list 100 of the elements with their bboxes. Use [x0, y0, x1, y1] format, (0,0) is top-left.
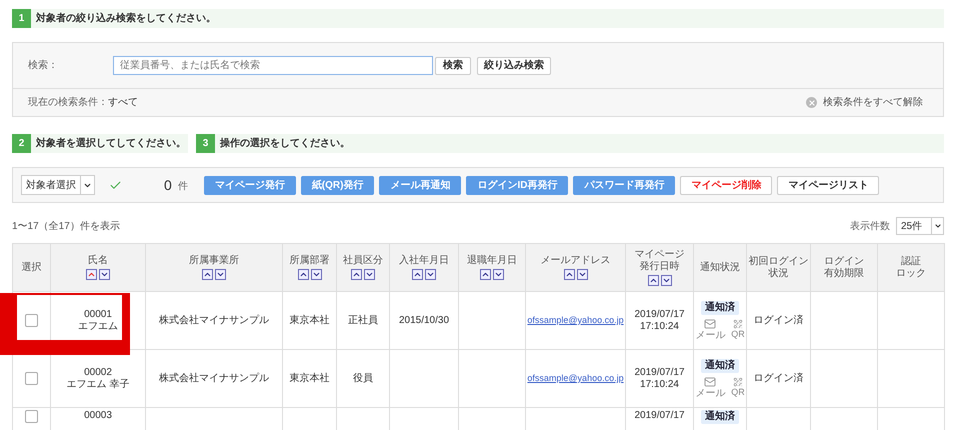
chevron-up-icon: [481, 270, 490, 279]
clear-icon: [806, 97, 817, 108]
condition-value: すべて: [108, 96, 138, 110]
qr-label: QR: [731, 328, 745, 340]
office-cell-text: 株式会社マイナサンプル: [159, 314, 269, 328]
step-title: 操作の選択をしてください。: [220, 136, 350, 151]
department-cell-text: 東京本社: [290, 372, 330, 386]
column-header: メールアドレス: [526, 244, 626, 291]
column-header: 認証 ロック: [878, 244, 945, 291]
issued-datetime: 17:10:24: [640, 320, 679, 332]
chevron-up-icon: [298, 270, 308, 279]
clear-conditions-link[interactable]: 検索条件をすべて解除: [806, 95, 923, 110]
email-link[interactable]: ofssample@yahoo.co.jp: [527, 314, 624, 328]
sort-up-button[interactable]: [202, 269, 213, 280]
action-button[interactable]: マイページ削除: [680, 176, 772, 194]
notified-badge: 通知済: [701, 410, 739, 424]
sort-up-button[interactable]: [564, 269, 574, 280]
caret-icon: [934, 222, 942, 230]
step-number: 3: [196, 134, 215, 153]
filter-search-button[interactable]: 絞り込み検索: [477, 56, 551, 74]
sort-down-button[interactable]: [310, 269, 322, 280]
row-checkbox[interactable]: [25, 372, 38, 385]
column-header: 所属事業所: [146, 244, 283, 291]
chevron-down-icon: [100, 270, 109, 279]
result-summary: 1〜17（全17）件を表示: [12, 220, 120, 234]
notified-badge: 通知済: [701, 300, 739, 314]
condition-label: 現在の検索条件：: [28, 96, 108, 110]
column-header: 退職年月日: [459, 244, 526, 291]
employee-id: 00001: [84, 308, 112, 320]
chevron-up-icon: [413, 270, 422, 279]
step-title: 対象者を選択してしてください。: [36, 136, 186, 151]
page-size-select[interactable]: 25件: [896, 217, 944, 235]
column-header: マイページ 発行日時: [626, 244, 694, 291]
sort-up-button[interactable]: [412, 269, 423, 280]
chevron-down-icon: [365, 270, 374, 279]
search-label: 検索：: [28, 58, 59, 73]
action-button[interactable]: ログインID再発行: [466, 176, 568, 194]
mail-icon: [704, 318, 716, 330]
qr-code-icon: [733, 318, 743, 328]
chevron-down-icon: [426, 270, 435, 279]
mail-label: メール: [695, 330, 726, 340]
chevron-up-icon: [352, 270, 361, 279]
sort-up-button[interactable]: [648, 275, 658, 286]
sort-up-button[interactable]: [351, 269, 362, 280]
action-button[interactable]: マイページリスト: [777, 176, 880, 194]
sort-up-button[interactable]: [86, 269, 97, 280]
chevron-down-icon: [216, 270, 225, 279]
count-unit: 件: [178, 180, 188, 194]
action-button[interactable]: マイページ発行: [204, 176, 296, 194]
sort-up-button[interactable]: [480, 269, 491, 280]
employee-name: エフエム: [78, 320, 118, 332]
employee-name: エフエム 幸子: [66, 378, 130, 390]
step-number: 2: [12, 134, 31, 153]
issued-datetime: 17:10:24: [640, 378, 679, 390]
department-cell-text: 東京本社: [290, 314, 330, 328]
sort-down-button[interactable]: [364, 269, 375, 280]
sort-down-button[interactable]: [99, 269, 110, 280]
search-button[interactable]: 検索: [435, 56, 471, 74]
notified-badge: 通知済: [701, 358, 739, 372]
search-field[interactable]: 従業員番号、または氏名で検索: [113, 56, 433, 75]
step-title: 対象者の絞り込み検索をしてください。: [36, 11, 216, 26]
action-button[interactable]: メール再通知: [379, 176, 462, 194]
column-header: 初回ログイン 状況: [747, 244, 811, 291]
email-link[interactable]: ofssample@yahoo.co.jp: [527, 372, 624, 386]
selected-count: 0: [164, 176, 172, 194]
hire-date-cell-text: 2015/10/30: [398, 314, 450, 328]
sort-down-button[interactable]: [576, 269, 588, 280]
column-header: 通知状況: [694, 244, 747, 291]
qr-label: QR: [731, 386, 745, 398]
chevron-up-icon: [648, 276, 658, 285]
check-icon: [109, 178, 122, 192]
employee-type-cell-text: 正社員: [348, 314, 378, 328]
sort-down-button[interactable]: [493, 269, 504, 280]
column-header: ログイン 有効期限: [811, 244, 878, 291]
target-select[interactable]: 対象者選択: [21, 175, 95, 195]
column-header: 所属部署: [283, 244, 337, 291]
column-header: 選択: [13, 244, 51, 291]
step-number: 1: [12, 9, 31, 28]
column-header: 氏名: [51, 244, 146, 291]
chevron-down-icon: [494, 270, 503, 279]
chevron-up-icon: [87, 270, 96, 279]
chevron-up-icon: [203, 270, 212, 279]
action-button[interactable]: パスワード再発行: [573, 176, 676, 194]
action-button[interactable]: 紙(QR)発行: [300, 176, 374, 194]
row-checkbox[interactable]: [25, 410, 38, 423]
sort-down-button[interactable]: [425, 269, 436, 280]
issued-datetime: 2019/07/17: [634, 366, 685, 378]
column-header: 入社年月日: [390, 244, 459, 291]
page-size-label: 表示件数: [850, 220, 890, 234]
login-status-cell-text: ログイン済: [754, 372, 804, 386]
chevron-down-icon: [662, 276, 670, 285]
login-status-cell-text: ログイン済: [754, 314, 804, 328]
chevron-up-icon: [564, 270, 574, 279]
issued-datetime: 2019/07/17: [634, 308, 685, 320]
row-checkbox[interactable]: [25, 314, 38, 327]
issued-datetime: 2019/07/17: [634, 410, 685, 422]
mail-icon: [704, 376, 716, 388]
sort-down-button[interactable]: [660, 275, 672, 286]
sort-up-button[interactable]: [298, 269, 308, 280]
sort-down-button[interactable]: [215, 269, 226, 280]
